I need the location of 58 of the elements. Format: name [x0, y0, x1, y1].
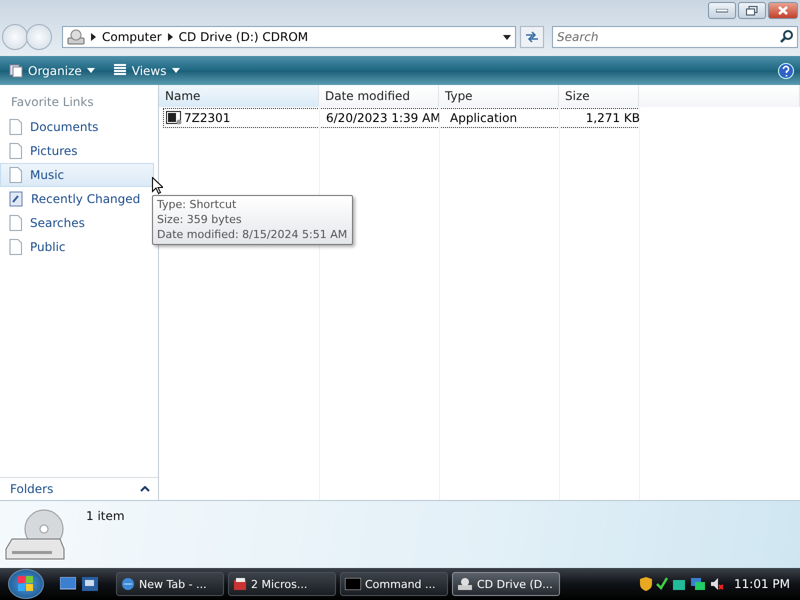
- column-header[interactable]: Date modified: [319, 85, 439, 107]
- item-count: 1 item: [86, 509, 125, 525]
- checkmark-icon[interactable]: [656, 577, 668, 591]
- maximize-button[interactable]: [738, 2, 766, 19]
- list-view-icon: [112, 64, 127, 77]
- page-icon: [9, 239, 22, 255]
- clock[interactable]: 11:01 PM: [734, 577, 790, 591]
- dropdown-icon: [172, 68, 180, 73]
- refresh-button[interactable]: [520, 26, 544, 48]
- help-icon[interactable]: [778, 62, 794, 78]
- taskbar-button[interactable]: CD Drive (D...: [452, 572, 560, 596]
- page-icon: [9, 215, 22, 231]
- sidebar-item[interactable]: Public: [0, 235, 154, 259]
- sidebar-item[interactable]: Recently Changed: [0, 187, 154, 211]
- tooltip: Type: Shortcut Size: 359 bytes Date modified: 8/15/2024 5:51 AM: [152, 195, 354, 245]
- restore-icon: [746, 6, 758, 16]
- breadcrumb[interactable]: Computer: [102, 30, 162, 44]
- close-button[interactable]: [768, 2, 798, 19]
- minimize-icon: [716, 8, 728, 12]
- chevron-icon: [91, 33, 96, 41]
- windows-icon[interactable]: [82, 577, 98, 591]
- monitors-icon[interactable]: [690, 577, 706, 591]
- dropdown-icon[interactable]: [503, 34, 511, 40]
- chevron-up-icon: [140, 486, 150, 492]
- sidebar-item[interactable]: Documents: [0, 115, 154, 139]
- page-icon: [9, 143, 22, 159]
- address-bar[interactable]: Computer CD Drive (D:) CDROM: [62, 26, 516, 48]
- section-heading: Favorite Links: [10, 94, 95, 111]
- calendar-icon: [9, 191, 23, 207]
- console-icon: [345, 578, 361, 590]
- dropdown-icon: [86, 68, 95, 73]
- pages-icon: [9, 64, 23, 78]
- sidebar-item[interactable]: Pictures: [0, 139, 154, 163]
- chevron-icon: [168, 33, 173, 41]
- column-header[interactable]: Name: [159, 85, 319, 107]
- taskbar-button[interactable]: 2 Micros...: [228, 572, 336, 596]
- windows-logo: [18, 576, 34, 592]
- taskbar-button[interactable]: New Tab - ...: [116, 572, 224, 596]
- sidebar-item[interactable]: Music: [0, 163, 154, 187]
- muted-speaker-icon[interactable]: [710, 577, 724, 591]
- shield-icon[interactable]: [640, 577, 652, 591]
- page-icon: [9, 119, 22, 135]
- column-header[interactable]: Type: [439, 85, 559, 107]
- minimize-button[interactable]: [708, 2, 736, 19]
- search-icon: [780, 30, 793, 43]
- toolbar-button[interactable]: Organize: [6, 62, 98, 80]
- close-icon: [778, 6, 788, 15]
- desktop-icon[interactable]: [60, 577, 76, 591]
- column-header[interactable]: Size: [559, 85, 639, 107]
- breadcrumb[interactable]: CD Drive (D:) CDROM: [178, 30, 308, 44]
- search-field[interactable]: Search: [552, 26, 798, 48]
- page-icon: [9, 167, 22, 183]
- sidebar-item[interactable]: Searches: [0, 211, 154, 235]
- application-icon: [166, 111, 182, 125]
- toolbar-button[interactable]: Views: [110, 62, 182, 80]
- taskbar-button[interactable]: Command ...: [340, 572, 448, 596]
- start-button[interactable]: [8, 569, 44, 599]
- refresh-icon: [525, 31, 539, 43]
